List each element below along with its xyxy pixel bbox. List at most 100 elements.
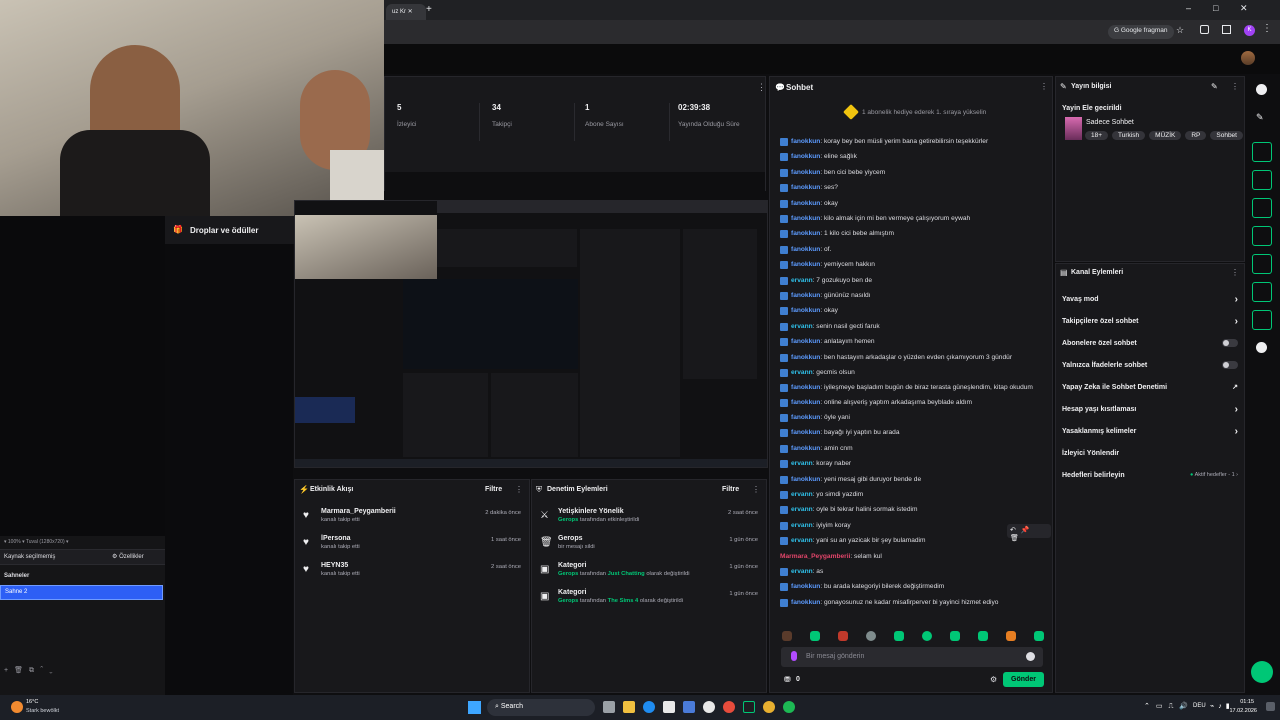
chat-message[interactable]: fanokkun: of. <box>780 242 1040 257</box>
chat-message[interactable]: fanokkun: ses? <box>780 180 1040 195</box>
emote-icon[interactable] <box>950 631 960 641</box>
obs-scene-item[interactable]: Sahne 2 <box>0 585 163 600</box>
chat-message[interactable]: fanokkun: okay <box>780 303 1040 318</box>
edge-icon[interactable] <box>643 701 655 713</box>
list-item[interactable]: ♥ Marmara_Peygamberii kanalı takip etti 2… <box>295 508 529 535</box>
subs-only-toggle[interactable] <box>1222 339 1238 347</box>
tool-chat-icon[interactable] <box>1252 226 1272 246</box>
task-view-icon[interactable] <box>603 701 615 713</box>
action-followers-only[interactable]: Takipçilere özel sohbet › <box>1056 310 1244 332</box>
chat-message[interactable]: fanokkun: ben hastayım arkadaşlar o yüzd… <box>780 350 1040 365</box>
list-item[interactable]: ♥ lPersona kanalı takip etti 1 saat önce <box>295 535 529 562</box>
chat-message[interactable]: fanokkun: öyle yani <box>780 410 1040 425</box>
emote-icon[interactable] <box>894 631 904 641</box>
stream-tag[interactable]: Sohbet <box>1210 131 1243 140</box>
action-emote-only[interactable]: Yalnızca İfadelerle sohbet <box>1056 354 1244 376</box>
taskbar-search[interactable]: ⌕ Search <box>487 699 595 716</box>
stats-menu-icon[interactable]: ⋮ <box>757 82 766 93</box>
tool-wrench-icon[interactable] <box>1252 310 1272 330</box>
chat-username[interactable]: ervann <box>791 323 813 330</box>
google-trailer-chip[interactable]: G Google fragman <box>1108 25 1174 39</box>
chat-message[interactable]: ervann: gecmis olsun <box>780 365 1040 380</box>
weather-icon[interactable] <box>11 701 23 713</box>
chat-username[interactable]: fanokkun <box>791 307 820 314</box>
chat-username[interactable]: fanokkun <box>791 414 820 421</box>
chat-username[interactable]: fanokkun <box>791 215 820 222</box>
app-icon[interactable] <box>723 701 735 713</box>
chat-username[interactable]: ervann <box>791 277 813 284</box>
chat-message[interactable]: ervann: 7 gozukuyo ben de <box>780 273 1040 288</box>
chat-menu-icon[interactable]: ⋮ <box>1040 82 1048 91</box>
chat-message[interactable]: fanokkun: kilo almak için mi ben vermeye… <box>780 211 1040 226</box>
chat-message[interactable]: ervann: iyiyim koray <box>780 518 1040 533</box>
bookmark-star-icon[interactable]: ☆ <box>1176 25 1184 36</box>
mod-filter-button[interactable]: Filtre <box>722 486 739 493</box>
minimize-button[interactable]: – <box>1186 3 1191 13</box>
emote-icon[interactable] <box>978 631 988 641</box>
chat-input[interactable]: Bir mesaj gönderin <box>781 647 1043 667</box>
chat-message[interactable]: fanokkun: yemiycem hakkın <box>780 257 1040 272</box>
emote-icon[interactable] <box>838 631 848 641</box>
close-window-button[interactable]: ✕ <box>1240 3 1248 14</box>
chat-message[interactable]: fanokkun: anlatayım hemen <box>780 334 1040 349</box>
chat-username[interactable]: fanokkun <box>791 246 820 253</box>
chat-username[interactable]: fanokkun <box>791 429 820 436</box>
user-avatar[interactable] <box>1241 51 1255 65</box>
emote-icon[interactable] <box>782 631 792 641</box>
browser-tab[interactable]: uz Kr ✕ <box>386 4 426 20</box>
microphone-icon[interactable] <box>791 651 797 661</box>
chat-username[interactable]: ervann <box>791 369 813 376</box>
chat-username[interactable]: fanokkun <box>791 599 820 606</box>
chat-settings-icon[interactable]: ⚙ <box>990 675 997 684</box>
stream-tag[interactable]: RP <box>1185 131 1207 140</box>
chat-username[interactable]: ervann <box>791 491 813 498</box>
list-item[interactable]: 🗑 Gerops bir mesajı sildi 1 gün önce <box>532 535 766 562</box>
windows-start-icon[interactable] <box>468 701 481 714</box>
new-tab-button[interactable]: + <box>426 4 432 15</box>
chat-message[interactable]: fanokkun: yeni mesaj gibi duruyor bende … <box>780 472 1040 487</box>
chat-message[interactable]: fanokkun: 1 kilo cici bebe almıştım <box>780 226 1040 241</box>
github-icon[interactable] <box>703 701 715 713</box>
chat-message[interactable]: fanokkun: ben cici bebe yiycem <box>780 165 1040 180</box>
chat-username[interactable]: fanokkun <box>791 338 820 345</box>
category-thumbnail[interactable] <box>1065 117 1082 140</box>
notification-icon[interactable] <box>1266 702 1275 711</box>
action-subs-only[interactable]: Abonelere özel sohbet <box>1056 332 1244 354</box>
action-banned-words[interactable]: Yasaklanmış kelimeler › <box>1056 420 1244 442</box>
chat-username[interactable]: fanokkun <box>791 153 820 160</box>
stream-category[interactable]: Sadece Sohbet <box>1086 119 1134 126</box>
obs-scene-toolbar[interactable]: +🗑⧉⌃⌄ <box>4 666 59 675</box>
chat-banner[interactable]: 1 abonelik hediye ederek 1. sıraya yükse… <box>862 109 986 116</box>
browser-menu-icon[interactable]: ⋮ <box>1262 23 1272 34</box>
chat-message[interactable]: fanokkun: eline sağlık <box>780 149 1040 164</box>
store-icon[interactable] <box>663 701 675 713</box>
chat-username[interactable]: fanokkun <box>791 292 820 299</box>
chat-message[interactable]: ervann: as <box>780 564 1040 579</box>
emote-bar[interactable] <box>782 631 1044 641</box>
chat-username[interactable]: fanokkun <box>791 261 820 268</box>
stream-tag[interactable]: Turkish <box>1112 131 1146 140</box>
chat-message[interactable]: ervann: koray naber <box>780 456 1040 471</box>
mail-icon[interactable] <box>683 701 695 713</box>
points-icon[interactable]: ⛃ <box>784 675 791 684</box>
chat-username[interactable]: fanokkun <box>791 169 820 176</box>
emote-icon[interactable] <box>1006 631 1016 641</box>
chat-username[interactable]: fanokkun <box>791 200 820 207</box>
stream-tag[interactable]: MÜZİK <box>1149 131 1182 140</box>
support-chat-icon[interactable] <box>1251 661 1273 683</box>
list-item[interactable]: ▣ Kategori Gerops tarafından Just Chattin… <box>532 562 766 589</box>
chat-username[interactable]: ervann <box>791 537 813 544</box>
chat-message[interactable]: fanokkun: bayağı iyi yaptın bu arada <box>780 425 1040 440</box>
tool-link-icon[interactable] <box>1252 254 1272 274</box>
action-goals[interactable]: Hedefleri belirleyin ● Aktif hedefler - 1… <box>1056 464 1244 486</box>
chat-message[interactable]: ervann: senin nasil gecti faruk <box>780 319 1040 334</box>
system-tray-icons[interactable]: ⌃▭⎍🔊 <box>1144 702 1194 711</box>
chat-username[interactable]: ervann <box>791 568 813 575</box>
chat-username[interactable]: fanokkun <box>791 445 820 452</box>
emote-icon[interactable] <box>810 631 820 641</box>
edit-icon[interactable]: ✎ <box>1211 82 1218 91</box>
list-item[interactable]: ▣ Kategori Gerops tarafından The Sims 4 o… <box>532 589 766 616</box>
chat-username[interactable]: fanokkun <box>791 230 820 237</box>
chat-username[interactable]: fanokkun <box>791 354 820 361</box>
channel-actions-menu-icon[interactable]: ⋮ <box>1231 268 1239 277</box>
